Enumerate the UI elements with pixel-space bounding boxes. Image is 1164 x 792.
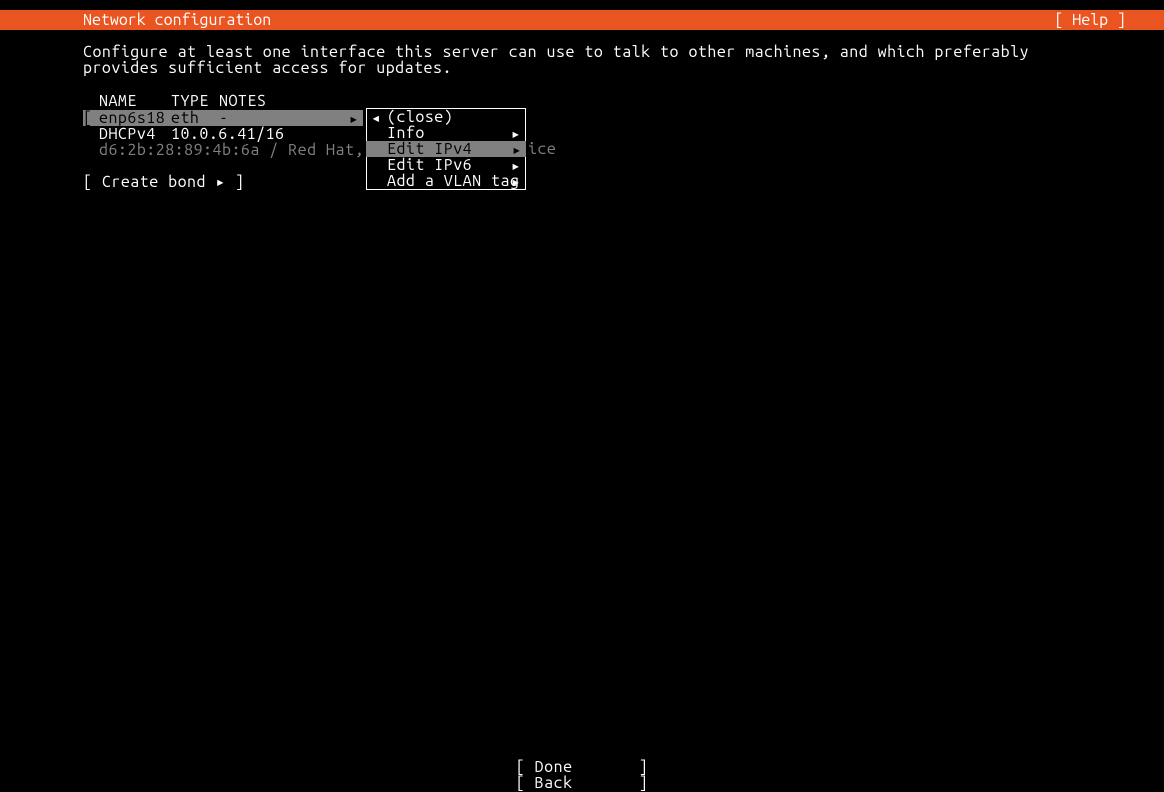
menu-item-edit-ipv6[interactable]: Edit IPv6 ▸ bbox=[367, 157, 525, 173]
page-title: Network configuration bbox=[83, 11, 271, 29]
col-header-notes: NOTES bbox=[219, 92, 1081, 110]
chevron-left-icon: ◂ bbox=[371, 108, 383, 127]
menu-item-add-vlan[interactable]: Add a VLAN tag ▸ bbox=[367, 173, 525, 189]
menu-item-close[interactable]: ◂ (close) bbox=[367, 109, 525, 125]
footer: [ Done ] [ Back ] bbox=[0, 758, 1164, 790]
create-bond-button[interactable]: [ Create bond ▸ ] bbox=[83, 172, 245, 191]
truncated-vendor-text: ice bbox=[528, 140, 556, 158]
mac-address-text: d6:2b:28:89:4b:6a / Red Hat, Inc. bbox=[99, 141, 411, 159]
interface-notes: - bbox=[219, 109, 228, 127]
help-button[interactable]: [ Help ] bbox=[1054, 11, 1126, 29]
interface-row[interactable]: [ enp6s18 eth - ▸ bbox=[83, 110, 363, 126]
col-header-type: TYPE bbox=[171, 92, 219, 110]
col-header-name: NAME bbox=[99, 92, 171, 110]
header-bar: Network configuration [ Help ] bbox=[0, 10, 1164, 30]
chevron-right-icon: ▸ bbox=[349, 109, 359, 128]
done-button[interactable]: [ Done ] bbox=[516, 758, 648, 774]
interface-name: enp6s18 bbox=[99, 109, 171, 127]
chevron-right-icon: ▸ bbox=[511, 172, 521, 191]
context-menu: ◂ (close) Info ▸ Edit IPv4 ▸ Edit IPv6 ▸… bbox=[366, 108, 526, 190]
bracket-icon: [ bbox=[83, 109, 99, 127]
description-text: Configure at least one interface this se… bbox=[83, 44, 1081, 76]
menu-item-info[interactable]: Info ▸ bbox=[367, 125, 525, 141]
menu-label: Add a VLAN tag bbox=[383, 172, 521, 190]
dhcp-row: DHCPv4 10.0.6.41/16 bbox=[83, 126, 1081, 142]
interface-type: eth bbox=[171, 109, 219, 127]
table-header: NAME TYPE NOTES bbox=[83, 92, 1081, 110]
menu-item-edit-ipv4[interactable]: Edit IPv4 ▸ bbox=[366, 141, 526, 157]
back-button[interactable]: [ Back ] bbox=[516, 774, 648, 790]
mac-row: d6:2b:28:89:4b:6a / Red Hat, Inc. bbox=[83, 142, 1081, 158]
